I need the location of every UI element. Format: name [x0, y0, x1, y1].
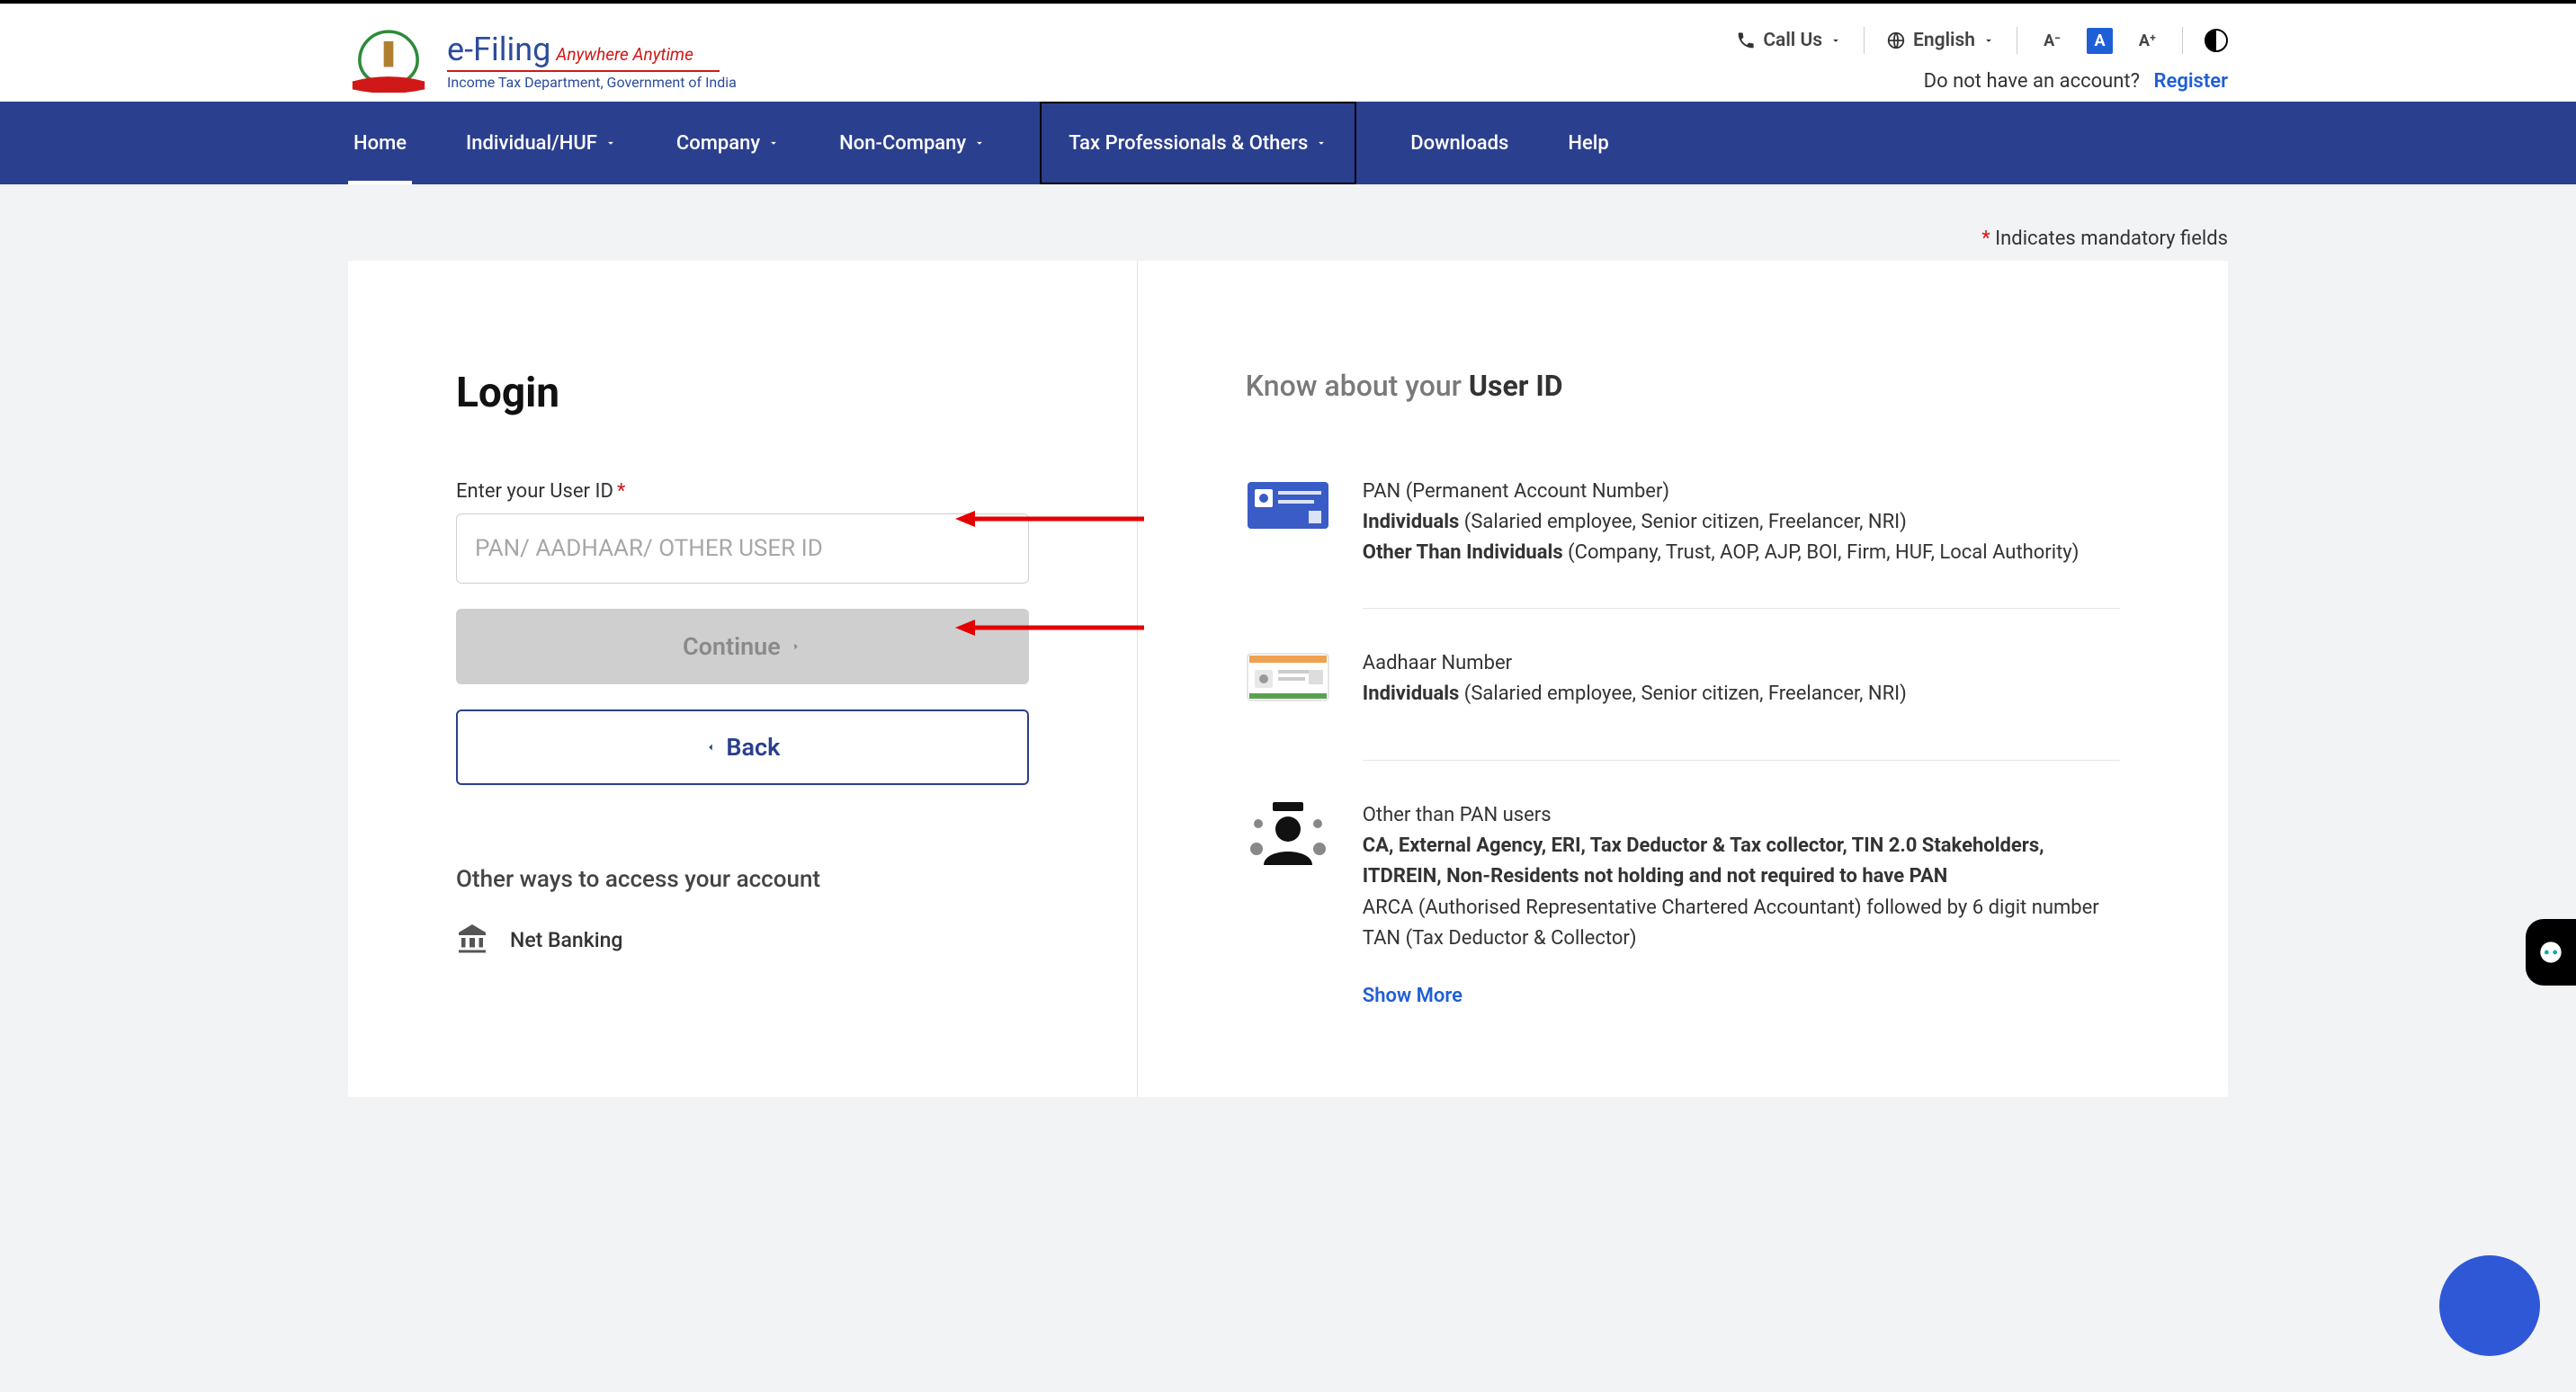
other-line2: ARCA (Authorised Representative Chartere… [1363, 893, 2120, 924]
info-aadhaar: Aadhaar Number Individuals (Salaried emp… [1246, 627, 2120, 742]
mandatory-note: * Indicates mandatory fields [348, 184, 2228, 261]
pan-title: PAN (Permanent Account Number) [1363, 477, 2080, 507]
chevron-down-icon [1315, 137, 1328, 149]
contrast-toggle-icon[interactable] [2205, 29, 2228, 52]
logo-area[interactable]: e-Filing Anywhere Anytime Income Tax Dep… [348, 25, 737, 93]
continue-button[interactable]: Continue [456, 609, 1029, 684]
efiling-text: e-Filing [447, 31, 550, 68]
aadhaar-ind-t: (Salaried employee, Senior citizen, Free… [1459, 683, 1906, 705]
chevron-down-icon [604, 137, 617, 149]
nav-home[interactable]: Home [348, 102, 412, 184]
other-ways-heading: Other ways to access your account [456, 866, 1029, 893]
net-banking-option[interactable]: Net Banking [456, 922, 1029, 958]
font-decrease-button[interactable]: A⁻ [2039, 28, 2065, 54]
chevron-down-icon [1829, 34, 1842, 47]
chevron-down-icon [1982, 34, 1995, 47]
info-pan: PAN (Permanent Account Number) Individua… [1246, 455, 2120, 590]
pan-ind-t: (Salaried employee, Senior citizen, Free… [1459, 511, 1906, 533]
nav-non-company[interactable]: Non-Company [834, 102, 991, 184]
call-us-label: Call Us [1763, 30, 1822, 51]
aadhaar-title: Aadhaar Number [1363, 648, 1907, 679]
other-line3: TAN (Tax Deductor & Collector) [1363, 924, 2120, 954]
chevron-right-icon [790, 638, 802, 656]
font-increase-button[interactable]: A⁺ [2134, 28, 2160, 54]
dept-text: Income Tax Department, Government of Ind… [447, 74, 737, 91]
nav-tax-professionals[interactable]: Tax Professionals & Others [1040, 102, 1356, 184]
nav-company[interactable]: Company [671, 102, 785, 184]
bank-icon [456, 922, 488, 958]
net-banking-label: Net Banking [510, 928, 622, 952]
user-id-input[interactable] [456, 513, 1029, 584]
pan-ind-b: Individuals [1363, 511, 1460, 533]
nav-help[interactable]: Help [1562, 102, 1614, 184]
other-title: Other than PAN users [1363, 800, 2120, 831]
pan-card-icon [1246, 477, 1330, 549]
call-us-dropdown[interactable]: Call Us [1736, 30, 1842, 51]
nav-downloads[interactable]: Downloads [1405, 102, 1514, 184]
login-heading: Login [456, 369, 1029, 417]
chat-tab-button[interactable] [2526, 919, 2576, 986]
back-button[interactable]: Back [456, 709, 1029, 785]
divider [1363, 608, 2120, 609]
info-other: Other than PAN users CA, External Agency… [1246, 779, 2120, 975]
know-heading: Know about your User ID [1246, 369, 2120, 403]
no-account-text: Do not have an account? [1924, 70, 2140, 93]
header: e-Filing Anywhere Anytime Income Tax Dep… [0, 4, 2576, 102]
aadhaar-ind-b: Individuals [1363, 683, 1460, 705]
user-id-label: Enter your User ID* [456, 480, 1029, 503]
divider [2182, 27, 2183, 54]
chevron-down-icon [767, 137, 780, 149]
tagline-text: Anywhere Anytime [556, 44, 693, 65]
aadhaar-card-icon [1246, 648, 1330, 720]
chevron-down-icon [973, 137, 986, 149]
other-users-icon [1246, 800, 1330, 872]
pan-oth-t: (Company, Trust, AOP, AJP, BOI, Firm, HU… [1563, 541, 2080, 564]
font-default-button[interactable]: A [2087, 28, 2113, 54]
emblem-icon [348, 25, 429, 93]
main-nav: Home Individual/HUF Company Non-Company … [0, 102, 2576, 184]
login-card: Login Enter your User ID* Continue Back [348, 261, 2228, 1097]
nav-individual[interactable]: Individual/HUF [461, 102, 622, 184]
logo-divider [447, 70, 720, 72]
phone-icon [1736, 31, 1756, 50]
other-bold: CA, External Agency, ERI, Tax Deductor &… [1363, 831, 2120, 892]
globe-icon [1886, 31, 1906, 50]
language-dropdown[interactable]: English [1886, 30, 1995, 51]
chat-fab-button[interactable] [2439, 1255, 2540, 1356]
register-link[interactable]: Register [2154, 70, 2229, 93]
divider [1363, 760, 2120, 761]
language-label: English [1913, 30, 1975, 51]
divider [1864, 27, 1865, 54]
show-more-link[interactable]: Show More [1363, 985, 1462, 1007]
pan-oth-b: Other Than Individuals [1363, 541, 1563, 564]
bot-icon [2538, 940, 2563, 965]
chevron-left-icon [704, 738, 717, 756]
